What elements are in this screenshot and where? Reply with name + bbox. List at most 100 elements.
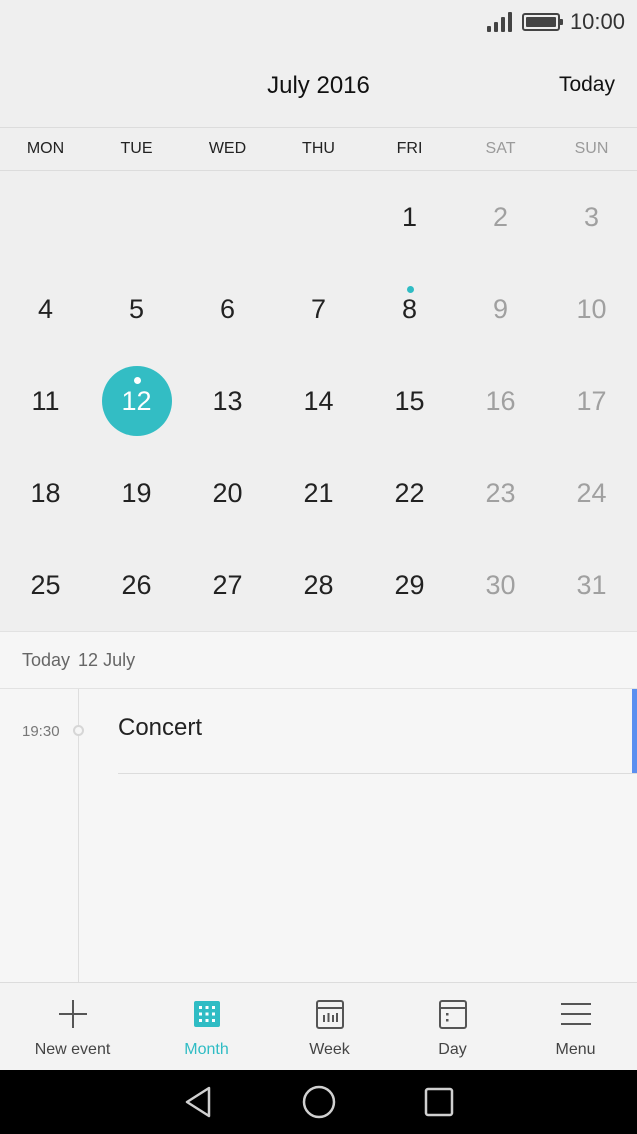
calendar-day-number: 25	[30, 569, 61, 600]
agenda-panel: Today 12 July 19:30 Concert	[0, 631, 637, 983]
back-icon[interactable]	[179, 1082, 219, 1122]
calendar-day-number: 11	[31, 385, 60, 416]
weekday-sat: SAT	[485, 140, 516, 157]
calendar-day-28[interactable]: 28	[273, 539, 364, 631]
calendar-day-13[interactable]: 13	[182, 355, 273, 447]
month-grid-icon	[193, 1001, 220, 1027]
calendar-week-row: 4 5 6 7 8 9 10	[0, 263, 637, 355]
calendar-day-number: 8	[401, 293, 418, 324]
agenda-today-label: Today	[22, 649, 71, 670]
calendar-day-17[interactable]: 17	[546, 355, 637, 447]
status-bar: 10:00	[0, 0, 637, 44]
calendar-day-12[interactable]: 12	[91, 355, 182, 447]
menu-label: Menu	[555, 1041, 596, 1058]
day-view-tab[interactable]: Day	[391, 983, 514, 1070]
battery-icon	[521, 13, 563, 31]
new-event-button[interactable]: New event	[0, 983, 145, 1070]
week-label: Week	[309, 1041, 350, 1058]
calendar-day-number: 15	[394, 385, 425, 416]
calendar-day-29[interactable]: 29	[364, 539, 455, 631]
home-icon[interactable]	[299, 1082, 339, 1122]
calendar-day-20[interactable]: 20	[182, 447, 273, 539]
calendar-empty-cell	[273, 171, 364, 263]
month-label: Month	[184, 1041, 229, 1058]
calendar-day-31[interactable]: 31	[546, 539, 637, 631]
calendar-day-number: 5	[128, 293, 145, 324]
calendar-day-7[interactable]: 7	[273, 263, 364, 355]
calendar-day-15[interactable]: 15	[364, 355, 455, 447]
event-time: 19:30	[22, 723, 60, 740]
calendar-day-19[interactable]: 19	[91, 447, 182, 539]
calendar-day-5[interactable]: 5	[91, 263, 182, 355]
calendar-day-11[interactable]: 11	[0, 355, 91, 447]
calendar-week-row: 11 12 13 14 15 16 17	[0, 355, 637, 447]
calendar-day-number: 14	[303, 385, 334, 416]
calendar-day-number: 20	[212, 477, 243, 508]
calendar-day-25[interactable]: 25	[0, 539, 91, 631]
calendar-day-21[interactable]: 21	[273, 447, 364, 539]
month-view-tab[interactable]: Month	[145, 983, 268, 1070]
calendar-day-27[interactable]: 27	[182, 539, 273, 631]
calendar-day-1[interactable]: 1	[364, 171, 455, 263]
plus-icon	[58, 1000, 87, 1028]
weekday-header: MON TUE WED THU FRI SAT SUN	[0, 127, 637, 171]
weekday-sun: SUN	[574, 140, 609, 157]
week-view-tab[interactable]: Week	[268, 983, 391, 1070]
event-item-concert[interactable]: Concert	[118, 689, 637, 774]
bottom-toolbar: New event Month Week Day Menu	[0, 982, 637, 1070]
event-title: Concert	[118, 714, 203, 741]
week-calendar-icon	[315, 1000, 344, 1029]
day-label: Day	[438, 1041, 467, 1058]
calendar-day-14[interactable]: 14	[273, 355, 364, 447]
calendar-day-number: 2	[492, 201, 509, 232]
calendar-day-24[interactable]: 24	[546, 447, 637, 539]
calendar-day-6[interactable]: 6	[182, 263, 273, 355]
weekday-wed: WED	[208, 140, 247, 157]
event-indicator-dot	[133, 377, 141, 384]
calendar-day-number: 10	[576, 293, 607, 324]
calendar-day-22[interactable]: 22	[364, 447, 455, 539]
calendar-header: July 2016 Today	[0, 44, 637, 128]
calendar-day-number: 31	[576, 569, 607, 600]
calendar-day-9[interactable]: 9	[455, 263, 546, 355]
weekday-mon: MON	[26, 140, 65, 157]
calendar-day-number: 17	[576, 385, 607, 416]
calendar-day-number: 12	[121, 385, 152, 416]
event-indicator-dot	[406, 286, 414, 293]
calendar-day-number: 23	[485, 477, 516, 508]
calendar-day-number: 24	[576, 477, 607, 508]
calendar-day-number: 28	[303, 569, 334, 600]
calendar-day-18[interactable]: 18	[0, 447, 91, 539]
calendar-day-23[interactable]: 23	[455, 447, 546, 539]
calendar-day-number: 7	[310, 293, 327, 324]
calendar-day-number: 30	[485, 569, 516, 600]
calendar-empty-cell	[0, 171, 91, 263]
month-grid: 1 2 3 4 5 6 7 8 9 10 11 12 13 14 15 16 17 18 19 20 21 22 23 24 2…	[0, 171, 637, 631]
recents-icon[interactable]	[419, 1082, 459, 1122]
calendar-day-number: 26	[121, 569, 152, 600]
new-event-label: New event	[34, 1041, 111, 1058]
calendar-day-16[interactable]: 16	[455, 355, 546, 447]
calendar-day-number: 18	[30, 477, 61, 508]
calendar-day-26[interactable]: 26	[91, 539, 182, 631]
calendar-day-30[interactable]: 30	[455, 539, 546, 631]
calendar-day-2[interactable]: 2	[455, 171, 546, 263]
status-time: 10:00	[569, 9, 625, 34]
calendar-day-number: 1	[401, 201, 418, 232]
calendar-day-number: 21	[303, 477, 334, 508]
calendar-day-number: 19	[121, 477, 152, 508]
today-button[interactable]: Today	[559, 73, 615, 97]
calendar-empty-cell	[91, 171, 182, 263]
calendar-day-3[interactable]: 3	[546, 171, 637, 263]
calendar-day-number: 3	[583, 201, 600, 232]
menu-icon	[560, 1003, 591, 1025]
calendar-day-4[interactable]: 4	[0, 263, 91, 355]
weekday-fri: FRI	[396, 140, 423, 157]
calendar-day-number: 22	[394, 477, 425, 508]
menu-button[interactable]: Menu	[514, 983, 637, 1070]
timeline-node	[73, 725, 84, 736]
agenda-heading: Today 12 July	[0, 632, 637, 689]
system-nav-bar	[0, 1070, 637, 1134]
calendar-day-8[interactable]: 8	[364, 263, 455, 355]
calendar-day-10[interactable]: 10	[546, 263, 637, 355]
